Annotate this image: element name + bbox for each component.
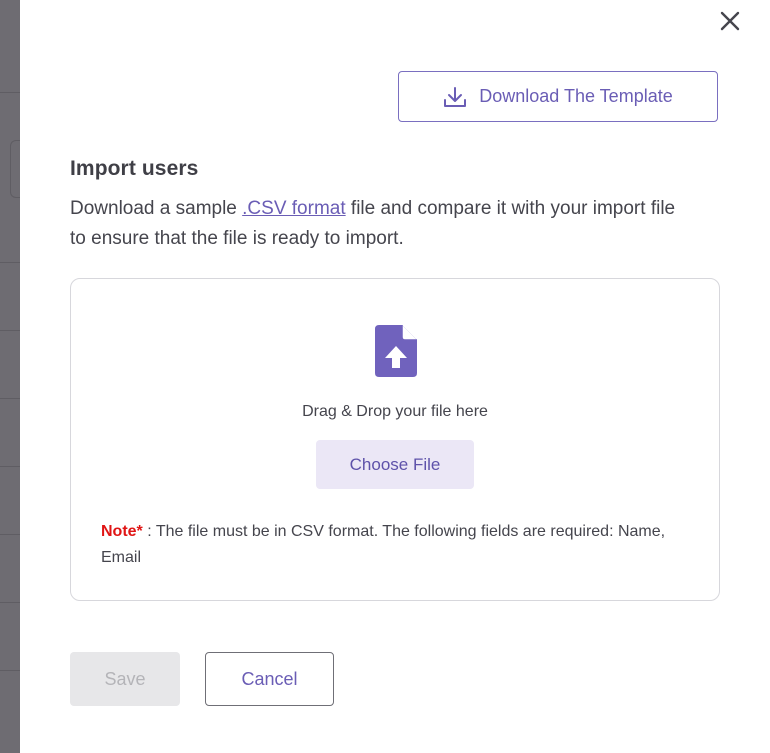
- download-template-button[interactable]: Download The Template: [398, 71, 718, 122]
- csv-note: Note* : The file must be in CSV format. …: [101, 519, 691, 571]
- file-upload-icon: [374, 324, 418, 383]
- backdrop-divider: [0, 534, 20, 535]
- close-icon[interactable]: [717, 8, 743, 34]
- note-text: : The file must be in CSV format. The fo…: [101, 523, 666, 566]
- save-button[interactable]: Save: [70, 652, 180, 706]
- page-backdrop: [0, 0, 21, 753]
- backdrop-divider: [0, 398, 20, 399]
- download-template-label: Download The Template: [479, 86, 673, 106]
- backdrop-divider: [0, 670, 20, 671]
- import-description: Download a sample .CSV format file and c…: [70, 194, 680, 254]
- file-dropzone[interactable]: Drag & Drop your file here Choose File N…: [70, 278, 720, 601]
- backdrop-divider: [0, 602, 20, 603]
- note-label: Note*: [101, 523, 143, 540]
- backdrop-divider: [0, 466, 20, 467]
- import-users-drawer: Download The Template Import users Downl…: [20, 0, 770, 753]
- backdrop-divider: [0, 330, 20, 331]
- drag-drop-text: Drag & Drop your file here: [302, 403, 488, 420]
- description-text-before: Download a sample: [70, 198, 243, 219]
- csv-format-link[interactable]: .CSV format: [242, 198, 345, 219]
- backdrop-divider: [0, 92, 20, 93]
- page-title: Import users: [70, 157, 199, 180]
- cancel-button[interactable]: Cancel: [205, 652, 334, 706]
- choose-file-button[interactable]: Choose File: [316, 440, 474, 489]
- backdrop-divider: [0, 262, 20, 263]
- download-icon: [443, 86, 467, 108]
